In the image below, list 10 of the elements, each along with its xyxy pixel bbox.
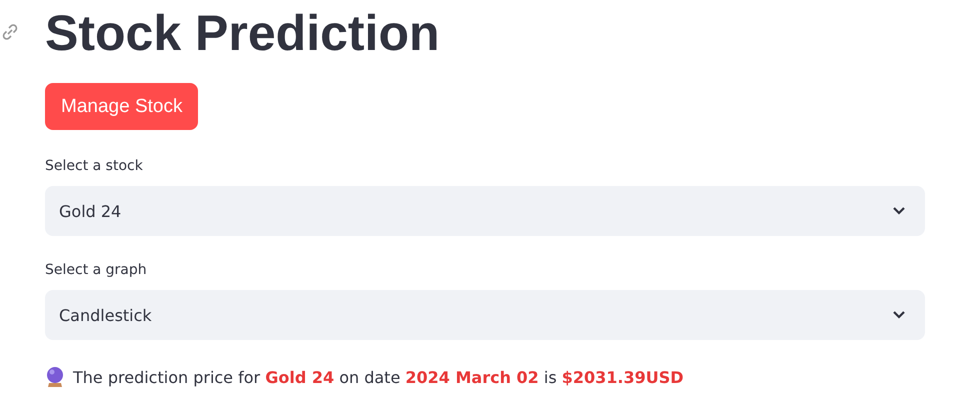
select-dropdown[interactable]: Gold 24: [45, 186, 925, 236]
crystal-ball-icon: [45, 366, 65, 388]
chevron-down-icon: [892, 206, 906, 216]
select-label: Select a graph: [45, 261, 148, 280]
link-icon[interactable]: [0, 22, 20, 42]
select-label: Select a stock: [45, 157, 144, 176]
select-dropdown[interactable]: Candlestick: [45, 290, 925, 340]
prediction-text: The prediction price for Gold 24 on date 2024 March 02 is $2031.39USD: [73, 368, 684, 386]
chevron-down-icon: [892, 310, 906, 320]
page-title: Stock Prediction: [45, 4, 441, 63]
